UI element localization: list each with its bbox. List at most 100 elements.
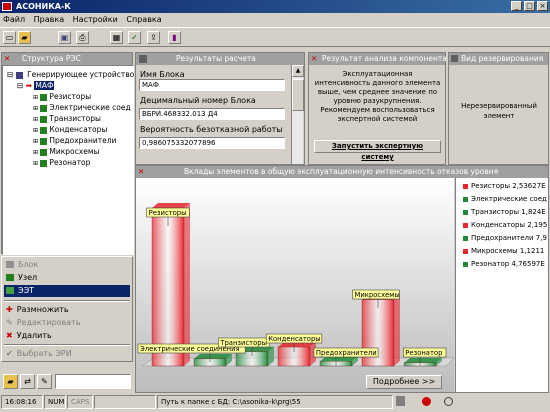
analysis-text: Эксплуатационная интенсивность данного э… — [314, 70, 441, 123]
tree-item[interactable]: ⊞ Микросхемы — [33, 147, 99, 157]
app-icon — [2, 2, 12, 11]
tree-item[interactable]: ⊞ Конденсаторы — [33, 125, 107, 135]
status-path: Путь к папке с БД: C:\asonika-k\prg\55 — [157, 395, 393, 409]
tree-item[interactable]: ⊞ Резонатор — [33, 158, 90, 168]
block-name-label: Имя Блока — [140, 70, 185, 79]
tree-panel: ✕ Структура РЭС ⊟ Генерирующее устройств… — [1, 52, 134, 255]
legend-item: Резисторы 2,53627E — [463, 181, 546, 192]
legend-swatch — [463, 222, 468, 228]
status-indicators — [394, 395, 549, 409]
legend-swatch — [463, 183, 468, 189]
expand-icon[interactable]: ⊟ — [17, 81, 23, 90]
bar-label: Предохранители — [316, 349, 377, 357]
close-icon[interactable]: ✕ — [138, 166, 144, 178]
menu-item-delete[interactable]: ✖ Удалить — [6, 330, 128, 342]
book-icon[interactable]: ▮ — [168, 31, 181, 44]
menu-edit[interactable]: Правка — [31, 13, 67, 26]
reserve-value: Нерезервированный элемент — [461, 102, 537, 120]
more-button[interactable]: Подробнее >> — [366, 375, 442, 389]
open-folder-icon[interactable]: ▰ — [18, 31, 31, 44]
bar-label: Резисторы — [149, 209, 187, 217]
device-icon — [15, 71, 23, 79]
status-caps: CAPS — [67, 395, 93, 409]
results-panel: Результаты расчета Имя Блока МАФ Децимал… — [135, 52, 305, 165]
export-icon[interactable]: ⇪ — [147, 31, 160, 44]
reserve-panel: Вид резервирования Нерезервированный эле… — [448, 52, 549, 165]
disk-icon — [396, 396, 405, 406]
menu-file[interactable]: Файл — [0, 13, 28, 26]
menu-item-block: Блок — [6, 259, 128, 271]
component-icon — [40, 104, 48, 112]
legend-item: Электрические соед — [463, 194, 547, 205]
element-icon — [6, 287, 14, 294]
delete-icon: ✖ — [6, 331, 13, 340]
results-icon — [139, 55, 147, 63]
menu-item-eet[interactable]: ЭЭТ — [4, 285, 130, 297]
menu-help[interactable]: Справка — [123, 13, 164, 26]
bar-side — [394, 294, 400, 366]
print-icon[interactable]: ⎙ — [76, 31, 89, 44]
bar-label: Транзисторы — [219, 339, 267, 347]
block-icon — [6, 261, 14, 268]
probability-label: Вероятность безотказной работы — [140, 125, 283, 134]
decimal-field[interactable]: ВБРИ.468332.013 Д4 — [139, 108, 285, 120]
probability-field[interactable]: 0,986075332077896 — [139, 137, 285, 149]
legend-swatch — [463, 196, 468, 202]
legend-item: Конденсаторы 2,195 — [463, 220, 547, 231]
pencil-icon: ✎ — [6, 318, 13, 327]
run-expert-system-button[interactable]: Запустить экспертную систему — [314, 140, 441, 161]
new-file-icon[interactable]: ▭ — [3, 31, 16, 44]
status-empty — [94, 395, 156, 409]
component-icon — [40, 115, 48, 123]
tree-item[interactable]: ⊞ Электрические соед — [33, 103, 131, 113]
node-icon — [6, 274, 14, 281]
analysis-panel-title: Результат анализа компонента — [322, 54, 447, 63]
folder-icon[interactable]: ▰ — [3, 374, 18, 389]
menu-item-duplicate[interactable]: ✚ Размножить — [6, 304, 128, 316]
context-menu: Блок Узел ЭЭТ ✚ Размножить ✎ Редактировать… — [1, 256, 133, 362]
expand-icon[interactable]: ⊟ — [7, 70, 13, 79]
tree-node-maf[interactable]: ⊟ ➡ МАФ — [17, 81, 55, 91]
bar-label: Резонатор — [405, 349, 442, 357]
legend-swatch — [463, 209, 468, 215]
menu-item-edit: ✎ Редактировать — [6, 318, 81, 327]
close-button[interactable]: × — [537, 1, 548, 11]
save-icon[interactable]: ▣ — [58, 31, 71, 44]
legend-swatch — [463, 235, 468, 241]
chart-legend: Резисторы 2,53627E Электрические соед Тр… — [455, 178, 548, 392]
legend-item: Транзисторы 1,824E — [463, 207, 546, 218]
menu-settings[interactable]: Настройки — [70, 13, 121, 26]
tree-root[interactable]: ⊟ Генерирующее устройство — [7, 70, 134, 80]
close-icon[interactable]: ✕ — [311, 53, 317, 65]
legend-item: Резонатор 4,76597E — [463, 259, 545, 270]
reserve-icon — [451, 55, 458, 62]
bar-chart: РезисторыЭлектрические соединенияТранзис… — [136, 178, 454, 392]
calculator-icon[interactable]: ▦ — [110, 31, 123, 44]
bottom-input[interactable] — [55, 374, 131, 389]
edit-icon[interactable]: ✎ — [37, 374, 52, 389]
chart-panel: ✕ Вклады элементов в общую эксплуатацион… — [135, 165, 549, 393]
close-icon[interactable]: ✕ — [4, 53, 10, 65]
tree-item[interactable]: ⊞ Резисторы — [33, 92, 91, 102]
maximize-button[interactable]: □ — [524, 1, 535, 11]
tree-item[interactable]: ⊞ Предохранители — [33, 136, 116, 146]
results-panel-title: Результаты расчета — [176, 54, 256, 63]
vertical-scrollbar[interactable]: ▲ — [291, 65, 304, 164]
bar-label: Конденсаторы — [268, 335, 320, 343]
check-icon[interactable]: ✓ — [128, 31, 141, 44]
legend-item: Микросхемы 1,1211 — [463, 246, 544, 257]
bar-side — [184, 203, 190, 366]
menu-item-node[interactable]: Узел — [6, 272, 128, 284]
legend-swatch — [463, 248, 468, 254]
record-icon — [444, 397, 453, 406]
minimize-button[interactable]: _ — [511, 1, 522, 11]
tree-item[interactable]: ⊞ Транзисторы — [33, 114, 101, 124]
move-icon[interactable]: ⇄ — [20, 374, 35, 389]
status-num: NUM — [44, 395, 66, 409]
block-name-field[interactable]: МАФ — [139, 79, 285, 91]
component-icon — [40, 93, 48, 101]
legend-item: Предохранители 7,9 — [463, 233, 547, 244]
arrow-icon: ➡ — [25, 81, 32, 90]
component-icon — [40, 126, 48, 134]
chart-title: Вклады элементов в общую эксплуатационну… — [184, 167, 499, 176]
